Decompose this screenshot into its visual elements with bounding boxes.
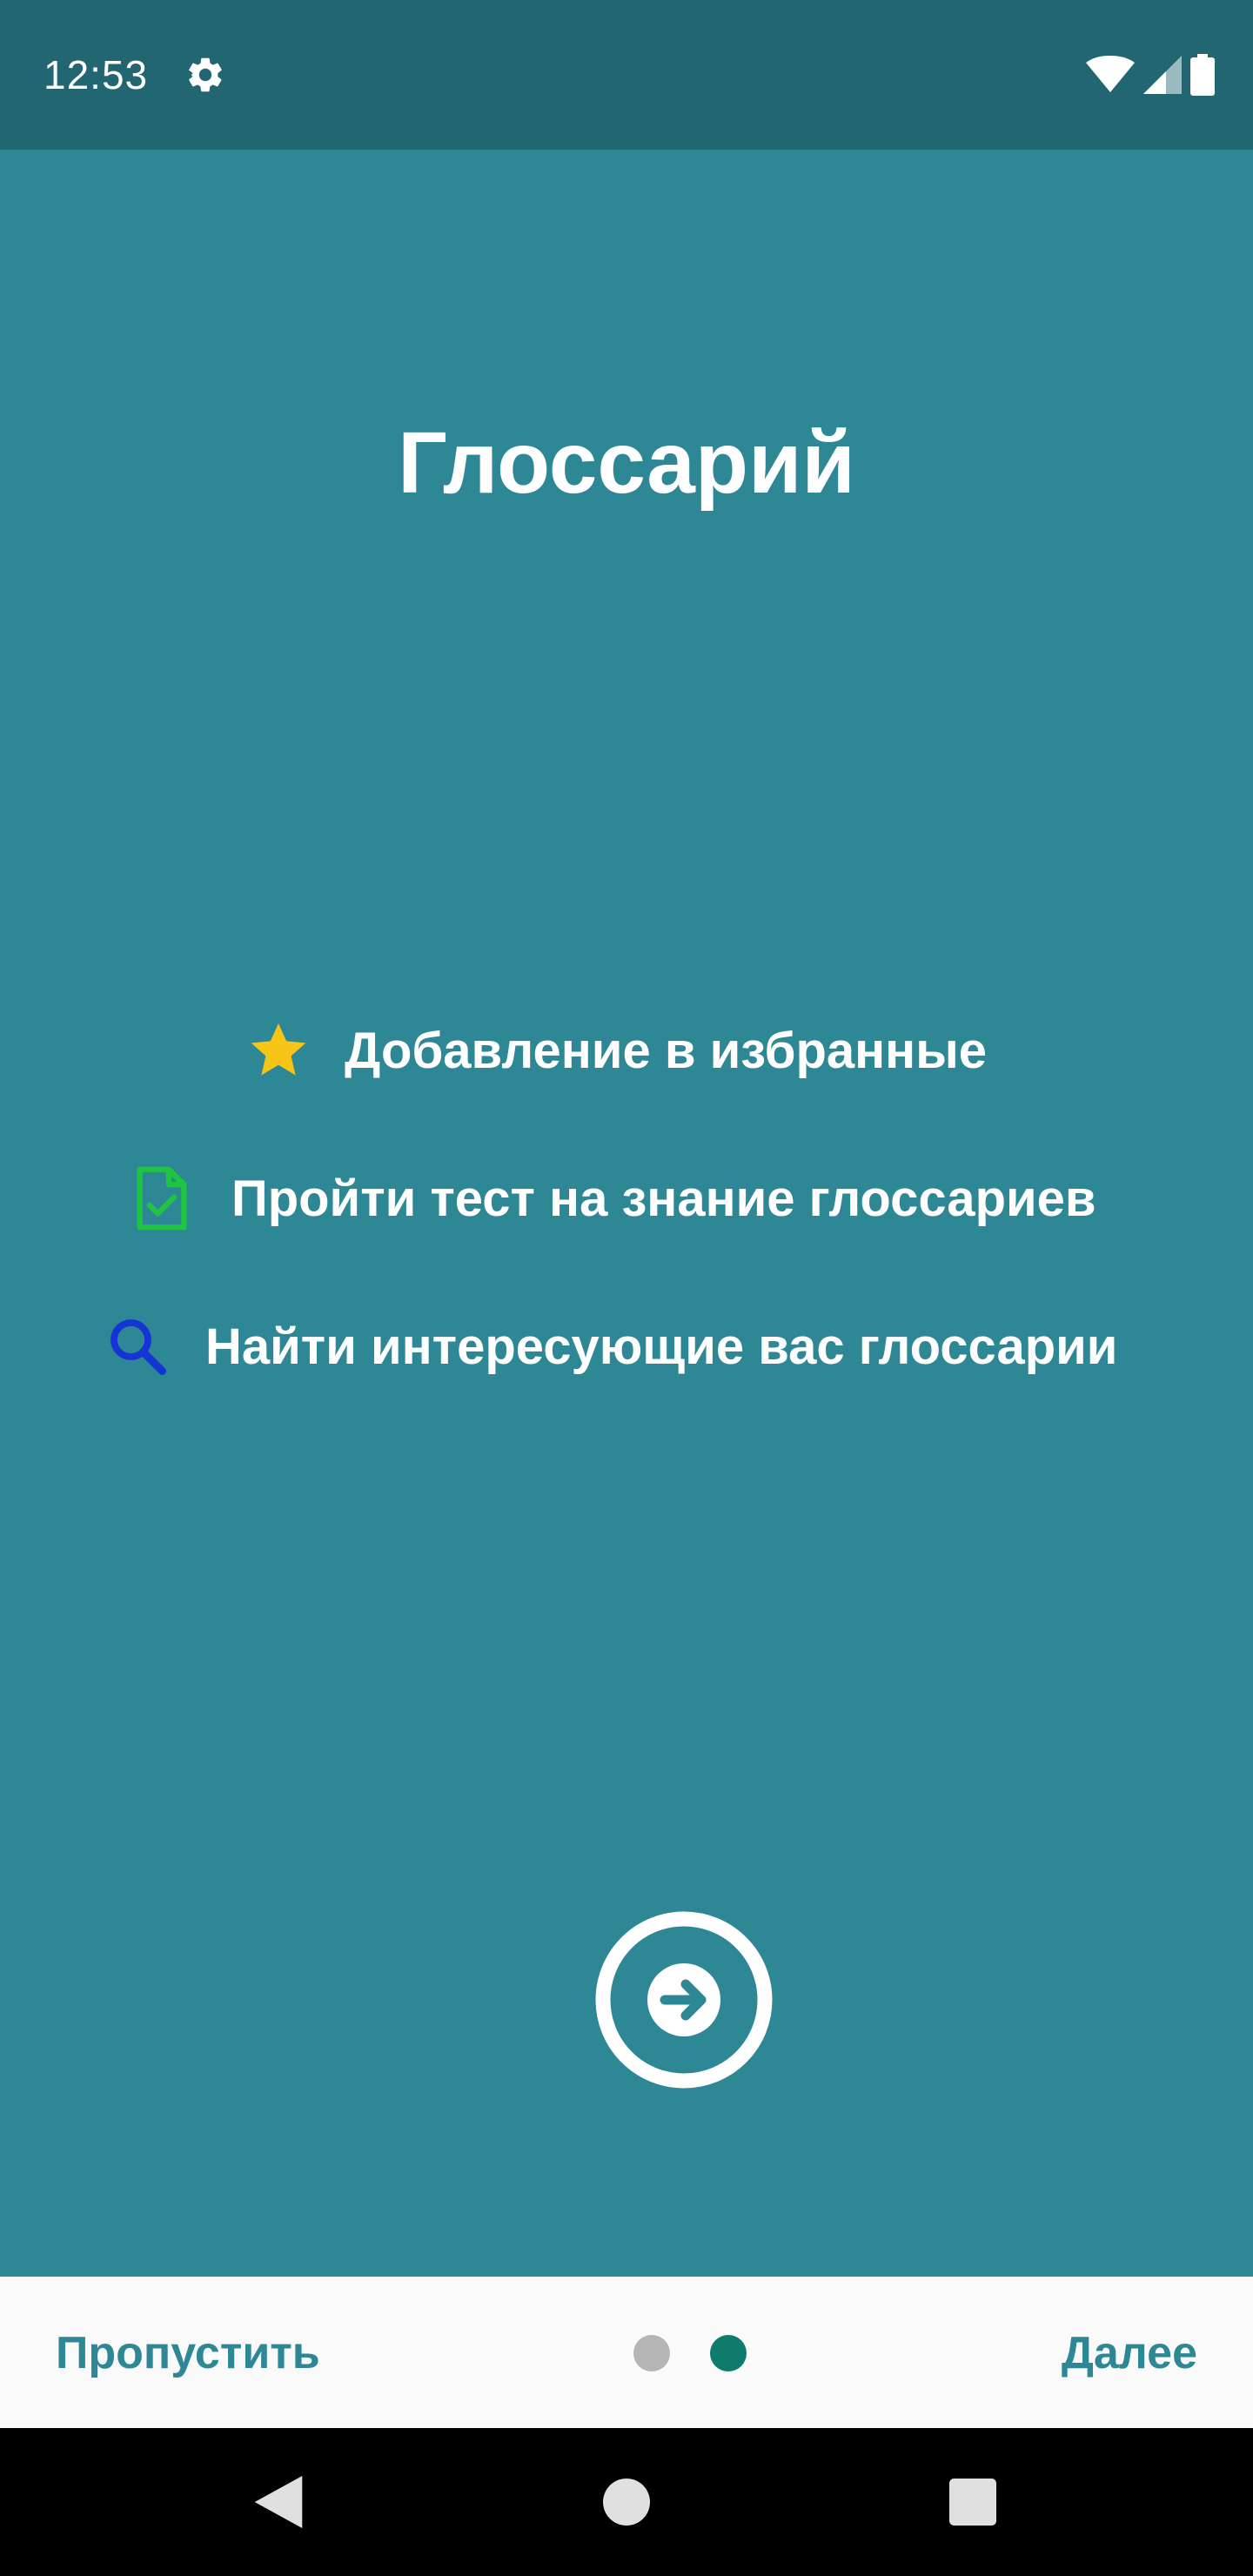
next-button[interactable]: Далее	[1062, 2325, 1197, 2381]
arrow-right-circle-icon[interactable]	[595, 1911, 773, 2089]
page-title: Глоссарий	[398, 414, 855, 512]
skip-button[interactable]: Пропустить	[56, 2325, 320, 2381]
feature-quiz: Пройти тест на знание глоссариев	[127, 1159, 1096, 1238]
status-time: 12:53	[44, 52, 149, 97]
page-indicator-dot-1	[633, 2335, 670, 2371]
cell-signal-icon	[1143, 56, 1182, 94]
home-icon[interactable]	[592, 2467, 661, 2537]
feature-label: Добавление в избранные	[345, 1022, 987, 1079]
wifi-icon	[1086, 56, 1135, 92]
battery-icon	[1190, 54, 1215, 96]
feature-label: Пройти тест на знание глоссариев	[231, 1170, 1096, 1227]
system-navigation-bar	[0, 2428, 1253, 2576]
search-icon	[103, 1311, 172, 1381]
star-icon	[244, 1016, 313, 1085]
back-icon[interactable]	[244, 2467, 313, 2537]
page-indicator-dot-2-active	[710, 2335, 747, 2371]
feature-search: Найти интересующие вас глоссарии	[103, 1307, 1117, 1385]
recents-icon[interactable]	[938, 2467, 1008, 2537]
feature-favorites: Добавление в избранные	[244, 1011, 987, 1090]
onboarding-bottom-bar: Пропустить Далее	[0, 2277, 1253, 2428]
settings-gear-icon	[188, 57, 222, 92]
onboarding-page: Глоссарий Добавление в избранные Пройти …	[0, 150, 1253, 2277]
document-check-icon	[127, 1164, 197, 1233]
status-bar: 12:53	[0, 0, 1253, 150]
feature-label: Найти интересующие вас глоссарии	[205, 1318, 1118, 1375]
status-icons	[1086, 54, 1215, 96]
